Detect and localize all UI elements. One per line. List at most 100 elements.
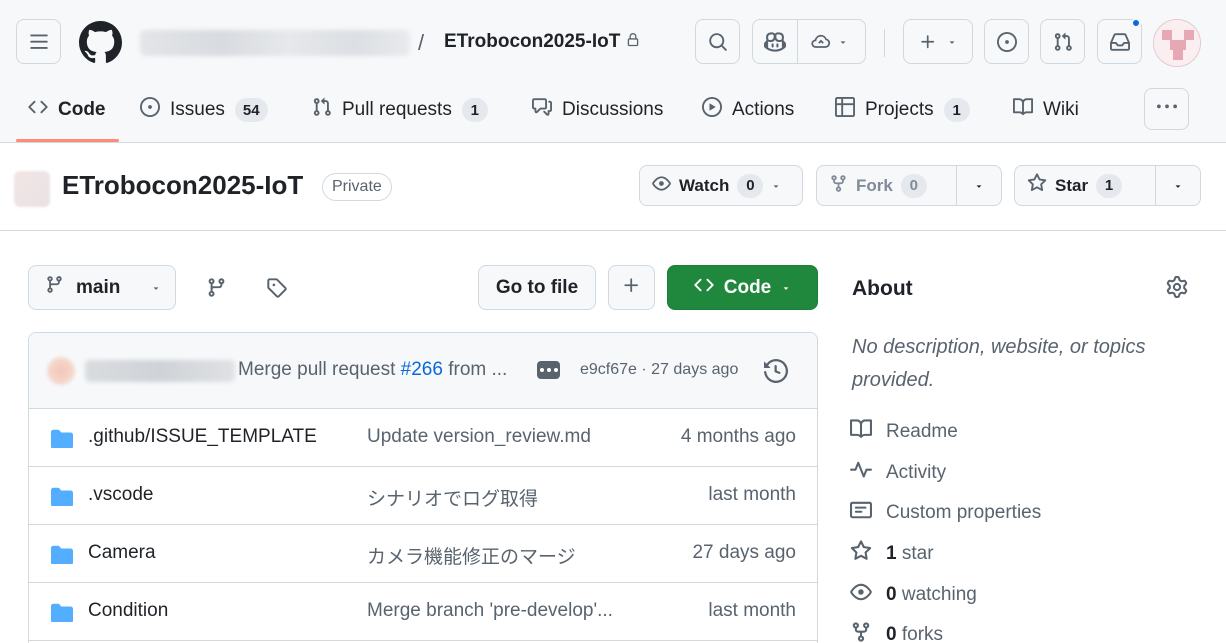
tab-actions[interactable]: Actions <box>702 88 794 132</box>
commit-expand-button[interactable] <box>537 361 560 379</box>
star-dropdown-button[interactable] <box>1155 166 1200 205</box>
search-button[interactable] <box>695 19 740 64</box>
history-icon[interactable] <box>764 358 789 388</box>
latest-commit-row: Merge pull request #266 from ... e9cf67e… <box>29 333 817 409</box>
star-button-group[interactable]: Star 1 <box>1014 165 1201 206</box>
commit-message-suffix: from ... <box>442 359 508 380</box>
stars-link[interactable]: 1 star <box>850 540 934 568</box>
branch-selector[interactable]: main <box>28 265 176 310</box>
book-icon <box>850 418 873 446</box>
go-to-file-button[interactable]: Go to file <box>478 265 596 310</box>
commit-message[interactable]: Merge pull request #266 from ... <box>238 359 507 381</box>
branches-icon[interactable] <box>206 277 227 303</box>
tab-code[interactable]: Code <box>28 88 106 132</box>
activity-label: Activity <box>886 462 947 483</box>
branch-icon <box>45 275 64 300</box>
discussion-icon <box>532 97 552 123</box>
watching-count: 0 <box>886 584 897 605</box>
file-commit-message[interactable]: Merge branch 'pre-develop'... <box>367 600 613 622</box>
file-name[interactable]: .vscode <box>88 484 153 506</box>
watch-label: Watch <box>679 175 730 195</box>
gear-icon[interactable] <box>1166 276 1188 303</box>
add-file-button[interactable] <box>608 265 655 310</box>
book-icon <box>1013 97 1034 123</box>
star-count: 1 <box>1096 173 1123 198</box>
eye-icon <box>652 174 671 198</box>
menu-icon <box>29 32 49 52</box>
file-name[interactable]: .github/ISSUE_TEMPLATE <box>88 426 317 448</box>
more-tabs-button[interactable] <box>1144 88 1189 130</box>
file-commit-date: last month <box>708 484 796 505</box>
tab-discussions[interactable]: Discussions <box>532 88 663 132</box>
avatar[interactable] <box>1153 19 1201 67</box>
file-commit-date: last month <box>708 600 796 621</box>
commit-meta[interactable]: e9cf67e · 27 days ago <box>580 361 738 379</box>
pull-request-icon <box>312 97 332 123</box>
chevron-down-icon <box>1173 176 1183 196</box>
tab-projects-label: Projects <box>865 99 934 120</box>
owner-name-redacted[interactable] <box>140 30 410 56</box>
pull-request-icon <box>1053 32 1073 52</box>
commit-author-redacted[interactable] <box>85 360 235 382</box>
file-commit-message[interactable]: カメラ機能修正のマージ <box>367 542 576 569</box>
branch-name: main <box>76 276 121 298</box>
copilot-icon[interactable] <box>753 20 798 63</box>
create-new-button[interactable] <box>903 19 973 64</box>
github-logo-icon[interactable] <box>78 21 122 69</box>
forks-count: 0 <box>886 624 897 643</box>
code-dropdown-button[interactable]: Code <box>667 265 818 310</box>
repo-name[interactable]: ETrobocon2025-IoT <box>62 170 303 201</box>
readme-link[interactable]: Readme <box>850 418 958 446</box>
repo-owner-avatar[interactable] <box>14 171 50 207</box>
fork-button-group[interactable]: Fork 0 <box>816 165 1002 206</box>
fork-count: 0 <box>900 173 927 198</box>
file-name[interactable]: Camera <box>88 542 156 564</box>
fork-button[interactable]: Fork 0 <box>817 166 956 205</box>
star-icon <box>850 540 872 568</box>
forks-link[interactable]: 0 forks <box>850 621 943 643</box>
kebab-horizontal-icon <box>1156 97 1177 122</box>
table-row[interactable]: .github/ISSUE_TEMPLATE Update version_re… <box>29 409 817 467</box>
watch-button[interactable]: Watch 0 <box>640 166 802 205</box>
file-commit-message[interactable]: シナリオでログ取得 <box>367 484 538 511</box>
menu-button[interactable] <box>16 19 61 64</box>
pull-requests-shortcut-button[interactable] <box>1040 19 1085 64</box>
pull-requests-counter: 1 <box>461 98 488 122</box>
watchers-link[interactable]: 0 watching <box>850 581 977 609</box>
chevron-down-icon <box>781 277 791 299</box>
note-icon <box>850 499 872 527</box>
watch-button-group[interactable]: Watch 0 <box>639 165 803 206</box>
tab-wiki[interactable]: Wiki <box>1013 88 1079 132</box>
star-icon <box>1027 173 1047 198</box>
breadcrumb-separator: / <box>418 30 425 55</box>
breadcrumb-repo-label: ETrobocon2025-IoT <box>444 31 621 52</box>
table-row[interactable]: Condition Merge branch 'pre-develop'... … <box>29 583 817 641</box>
activity-link[interactable]: Activity <box>850 459 946 487</box>
fork-dropdown-button[interactable] <box>956 166 1001 205</box>
folder-icon <box>51 486 73 511</box>
copilot-dropdown-icon[interactable] <box>798 33 848 51</box>
table-row[interactable]: .vscode シナリオでログ取得 last month <box>29 467 817 525</box>
commit-author-avatar[interactable] <box>47 357 75 385</box>
commit-pr-link[interactable]: #266 <box>401 359 443 380</box>
tab-pull-requests[interactable]: Pull requests 1 <box>312 88 488 132</box>
table-row[interactable]: Camera カメラ機能修正のマージ 27 days ago <box>29 525 817 583</box>
tab-projects[interactable]: Projects 1 <box>835 88 970 132</box>
tab-wiki-label: Wiki <box>1043 99 1079 120</box>
eye-icon <box>850 581 872 609</box>
star-button[interactable]: Star 1 <box>1015 166 1155 205</box>
repo-title-bar: ETrobocon2025-IoT Private Watch 0 Fork 0… <box>0 143 1226 231</box>
chevron-down-icon <box>974 176 984 196</box>
file-commit-message[interactable]: Update version_review.md <box>367 426 591 448</box>
file-name[interactable]: Condition <box>88 600 168 622</box>
projects-counter: 1 <box>943 98 970 122</box>
tab-issues[interactable]: Issues 54 <box>140 88 268 132</box>
tag-icon[interactable] <box>266 277 287 303</box>
custom-properties-link[interactable]: Custom properties <box>850 499 1041 527</box>
search-icon <box>708 32 728 52</box>
breadcrumb-repo[interactable]: ETrobocon2025-IoT <box>444 31 640 53</box>
copilot-button-group[interactable] <box>752 19 866 64</box>
issues-shortcut-button[interactable] <box>984 19 1029 64</box>
code-icon <box>694 275 714 301</box>
folder-icon <box>51 544 73 569</box>
